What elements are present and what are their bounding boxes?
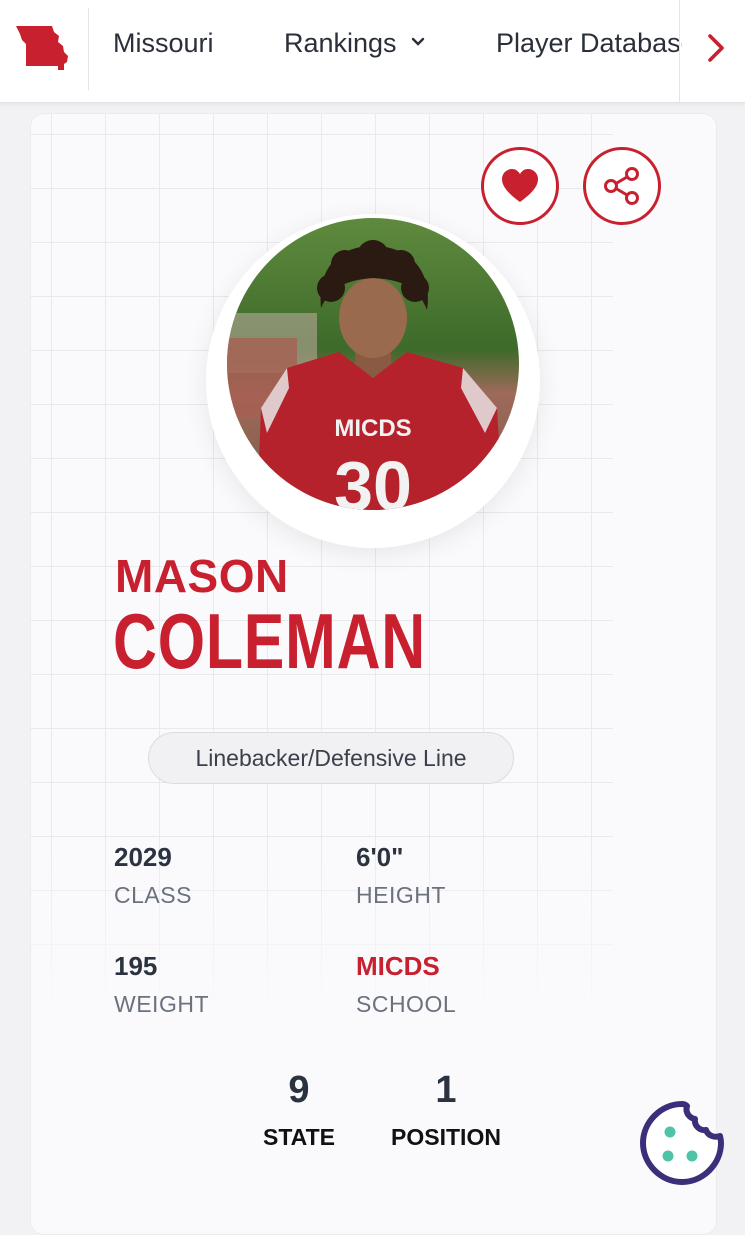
- nav-item-missouri[interactable]: Missouri: [113, 28, 214, 59]
- player-card: MICDS 30 MASON COLEMAN Linebacker/Defens…: [30, 113, 717, 1235]
- jersey-text: MICDS: [334, 415, 411, 442]
- weight-label: WEIGHT: [114, 991, 209, 1017]
- class-value: 2029: [114, 842, 172, 872]
- position-badge-label: Linebacker/Defensive Line: [195, 744, 467, 771]
- position-badge: Linebacker/Defensive Line: [148, 732, 514, 784]
- player-first-name: MASON: [115, 550, 289, 602]
- nav-divider-right: [679, 0, 680, 102]
- player-last-name: COLEMAN: [113, 597, 427, 685]
- state-rank-value: 9: [288, 1069, 310, 1111]
- chevron-right-icon[interactable]: [700, 30, 732, 66]
- nav-item-player-database[interactable]: Player Database: [496, 28, 682, 59]
- nav-item-rankings[interactable]: Rankings: [284, 28, 425, 59]
- favorite-button[interactable]: [481, 147, 559, 225]
- top-nav: Missouri Rankings Player Database: [0, 0, 745, 103]
- nav-item-rankings-label: Rankings: [284, 28, 397, 58]
- jersey-number: 30: [334, 447, 412, 510]
- height-label: HEIGHT: [356, 882, 446, 908]
- heart-icon: [502, 169, 538, 202]
- state-rank-label: STATE: [263, 1124, 335, 1150]
- share-button[interactable]: [583, 147, 661, 225]
- school-value[interactable]: MICDS: [356, 951, 440, 982]
- position-rank-label: POSITION: [391, 1124, 501, 1150]
- height-value: 6'0": [356, 842, 404, 872]
- chevron-down-icon: [411, 37, 424, 46]
- position-rank-value: 1: [435, 1069, 457, 1111]
- cookie-icon[interactable]: [637, 1098, 727, 1188]
- school-label: SCHOOL: [356, 991, 457, 1017]
- weight-value: 195: [114, 951, 158, 981]
- share-icon: [604, 167, 639, 205]
- missouri-logo-icon[interactable]: [12, 22, 72, 74]
- nav-divider: [88, 8, 89, 90]
- player-photo: MICDS 30: [227, 218, 519, 510]
- class-label: CLASS: [114, 882, 192, 908]
